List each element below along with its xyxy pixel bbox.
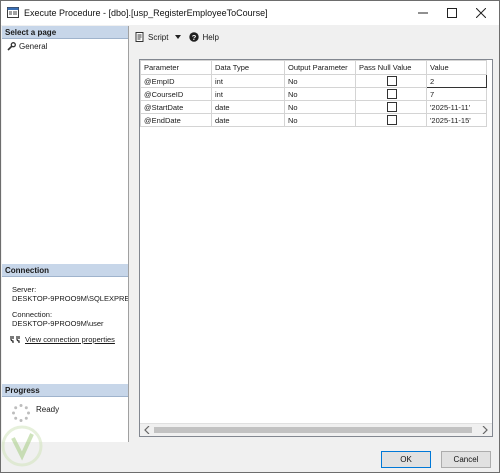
column-header-parameter[interactable]: Parameter xyxy=(140,60,212,75)
view-connection-properties-link[interactable]: View connection properties xyxy=(10,335,115,344)
page-item-general[interactable]: General xyxy=(7,40,47,52)
table-row: @CourseID int No 7 xyxy=(140,87,487,101)
value-input[interactable]: '2025-11-15' xyxy=(426,113,487,127)
connection-header: Connection xyxy=(2,264,128,277)
parameter-name: @StartDate xyxy=(140,100,212,114)
pass-null-cell xyxy=(355,113,427,127)
minimize-icon xyxy=(418,12,428,14)
data-type: date xyxy=(211,113,285,127)
pass-null-cell xyxy=(355,100,427,114)
close-icon xyxy=(476,8,486,18)
ok-button[interactable]: OK xyxy=(381,451,431,468)
progress-status-text: Ready xyxy=(36,405,60,414)
scroll-right-arrow-icon[interactable] xyxy=(481,426,489,434)
title-bar[interactable]: Execute Procedure - [dbo].[usp_RegisterE… xyxy=(1,1,499,25)
data-type: int xyxy=(211,74,285,88)
value-input[interactable]: 2 xyxy=(426,74,487,88)
script-button[interactable]: Script xyxy=(135,32,182,42)
connection-label: Connection: xyxy=(12,310,53,319)
cancel-button[interactable]: Cancel xyxy=(441,451,491,468)
column-header-data-type[interactable]: Data Type xyxy=(211,60,285,75)
pass-null-cell xyxy=(355,87,427,101)
table-row: @EmpID int No 2 xyxy=(140,74,487,88)
parameter-name: @EmpID xyxy=(140,74,212,88)
help-button[interactable]: ? Help xyxy=(189,32,219,42)
data-type: int xyxy=(211,87,285,101)
maximize-icon xyxy=(447,8,457,18)
connection-value: DESKTOP-9PROO9M\user xyxy=(12,319,104,328)
script-label: Script xyxy=(148,32,169,42)
server-label: Server: xyxy=(12,285,37,294)
table-row: @EndDate date No '2025-11-15' xyxy=(140,113,487,127)
parameter-name: @CourseID xyxy=(140,87,212,101)
column-header-pass-null-value[interactable]: Pass Null Value xyxy=(355,60,427,75)
wrench-icon xyxy=(7,41,16,51)
table-row: @StartDate date No '2025-11-11' xyxy=(140,100,487,114)
scroll-left-arrow-icon[interactable] xyxy=(143,426,151,434)
help-icon: ? xyxy=(189,32,200,42)
connection-properties-icon xyxy=(10,336,20,343)
maximize-button[interactable] xyxy=(438,1,466,25)
page-item-label: General xyxy=(19,41,48,51)
svg-text:?: ? xyxy=(192,33,197,42)
app-icon xyxy=(7,7,19,18)
scrollbar-thumb[interactable] xyxy=(154,427,472,433)
horizontal-scrollbar[interactable] xyxy=(140,423,492,436)
pass-null-checkbox[interactable] xyxy=(387,89,397,99)
execute-procedure-dialog: Execute Procedure - [dbo].[usp_RegisterE… xyxy=(0,0,500,473)
chevron-down-icon[interactable] xyxy=(175,35,182,39)
value-input[interactable]: '2025-11-11' xyxy=(426,100,487,114)
view-connection-properties-label: View connection properties xyxy=(25,335,115,344)
value-input[interactable]: 7 xyxy=(426,87,487,101)
toolbar: Script ? Help xyxy=(129,26,499,48)
minimize-button[interactable] xyxy=(409,1,437,25)
data-type: date xyxy=(211,100,285,114)
output-parameter: No xyxy=(284,100,356,114)
right-pane: Script ? Help Parameter Data Type Output… xyxy=(129,26,499,442)
parameters-grid: Parameter Data Type Output Parameter Pas… xyxy=(139,59,493,437)
server-value: DESKTOP-9PROO9M\SQLEXPRESS xyxy=(12,294,128,303)
help-label: Help xyxy=(202,32,219,42)
column-header-value[interactable]: Value xyxy=(426,60,487,75)
pass-null-checkbox[interactable] xyxy=(387,115,397,125)
output-parameter: No xyxy=(284,113,356,127)
select-a-page-header: Select a page xyxy=(2,26,128,39)
window-title: Execute Procedure - [dbo].[usp_RegisterE… xyxy=(24,8,268,18)
parameter-name: @EndDate xyxy=(140,113,212,127)
pass-null-cell xyxy=(355,74,427,88)
left-pane: Select a page General Connection Server:… xyxy=(2,26,129,442)
pass-null-checkbox[interactable] xyxy=(387,76,397,86)
script-icon xyxy=(135,32,144,42)
close-button[interactable] xyxy=(467,1,495,25)
output-parameter: No xyxy=(284,74,356,88)
parameters-table: Parameter Data Type Output Parameter Pas… xyxy=(140,60,487,127)
watermark-logo-icon xyxy=(1,425,43,467)
column-header-output-parameter[interactable]: Output Parameter xyxy=(284,60,356,75)
dialog-footer: OK Cancel xyxy=(1,442,499,472)
pass-null-checkbox[interactable] xyxy=(387,102,397,112)
progress-header: Progress xyxy=(2,384,128,397)
header-row: Parameter Data Type Output Parameter Pas… xyxy=(140,60,487,75)
output-parameter: No xyxy=(284,87,356,101)
